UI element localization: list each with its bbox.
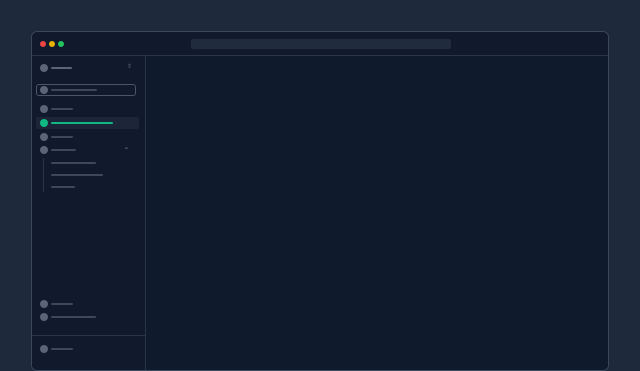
tree-rail [43, 158, 44, 192]
close-window-button[interactable] [40, 41, 46, 47]
address-bar[interactable] [191, 39, 451, 49]
sidebar-item-label-active [51, 122, 113, 124]
chevron-updown-icon[interactable]: ⇕ [127, 64, 132, 70]
user-avatar-icon [40, 345, 48, 353]
nav-icon [40, 313, 48, 321]
maximize-window-button[interactable] [58, 41, 64, 47]
sidebar-subitem-2[interactable] [51, 174, 103, 176]
workspace-name-placeholder [51, 67, 72, 69]
avatar-icon [40, 64, 48, 72]
sidebar-subitem-3[interactable] [51, 186, 75, 188]
sidebar-item-label [51, 136, 73, 138]
sidebar-subitem-1[interactable] [51, 162, 96, 164]
title-bar [32, 32, 608, 56]
search-placeholder-line [51, 89, 97, 91]
sidebar: ⇕ ⌃ [32, 56, 146, 370]
search-input[interactable] [36, 84, 136, 96]
chevron-up-icon[interactable]: ⌃ [123, 147, 130, 155]
nav-icon [40, 146, 48, 154]
sidebar-item-label [51, 149, 76, 151]
user-name-placeholder [51, 348, 73, 350]
sidebar-footer-divider [32, 335, 145, 336]
search-icon [40, 86, 48, 94]
nav-icon [40, 105, 48, 113]
sidebar-item-label [51, 316, 96, 318]
sidebar-item-label [51, 303, 73, 305]
nav-icon-active [40, 119, 48, 127]
main-content-area [146, 56, 608, 370]
app-window: ⇕ ⌃ [31, 31, 609, 371]
sidebar-item-label [51, 108, 73, 110]
nav-icon [40, 300, 48, 308]
nav-icon [40, 133, 48, 141]
minimize-window-button[interactable] [49, 41, 55, 47]
